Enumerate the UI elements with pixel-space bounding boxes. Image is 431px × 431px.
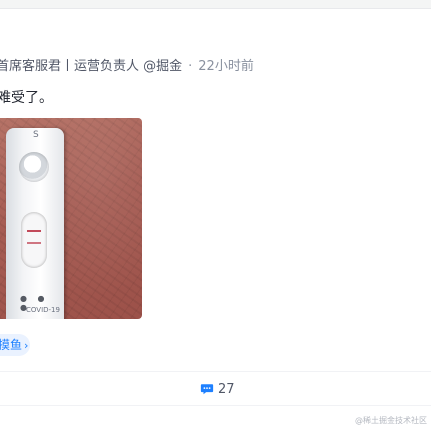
author-meta: 首席客服君丨运营负责人 @掘金 · 22小时前: [0, 58, 254, 76]
cassette-letter: S: [33, 130, 39, 140]
meta-separator: ·: [188, 59, 193, 74]
watermark: @稀土掘金技术社区: [355, 416, 427, 425]
test-cassette: S ● ● ● COVID-19: [6, 128, 64, 319]
author-title[interactable]: 首席客服君丨运营负责人 @掘金: [0, 59, 182, 74]
post-image[interactable]: S ● ● ● COVID-19: [0, 118, 142, 319]
chevron-right-icon: ›: [24, 339, 29, 352]
action-divider: [0, 371, 431, 372]
post-time: 22小时前: [198, 59, 254, 74]
comment-count: 27: [218, 381, 235, 397]
topic-tag[interactable]: 摸鱼 ›: [0, 334, 30, 356]
top-band: [0, 0, 431, 8]
test-line: [27, 242, 41, 244]
comment-button[interactable]: 27: [200, 380, 235, 398]
topic-tag-label: 摸鱼: [0, 338, 23, 352]
control-line: [27, 230, 41, 232]
post-content: 难受了。: [0, 90, 53, 106]
cassette-mark: COVID-19: [26, 306, 60, 314]
top-divider: [0, 8, 431, 9]
sample-well: [19, 152, 49, 182]
result-window: [21, 212, 47, 268]
bottom-divider: [0, 405, 431, 406]
comment-bubble-icon: [200, 384, 214, 395]
